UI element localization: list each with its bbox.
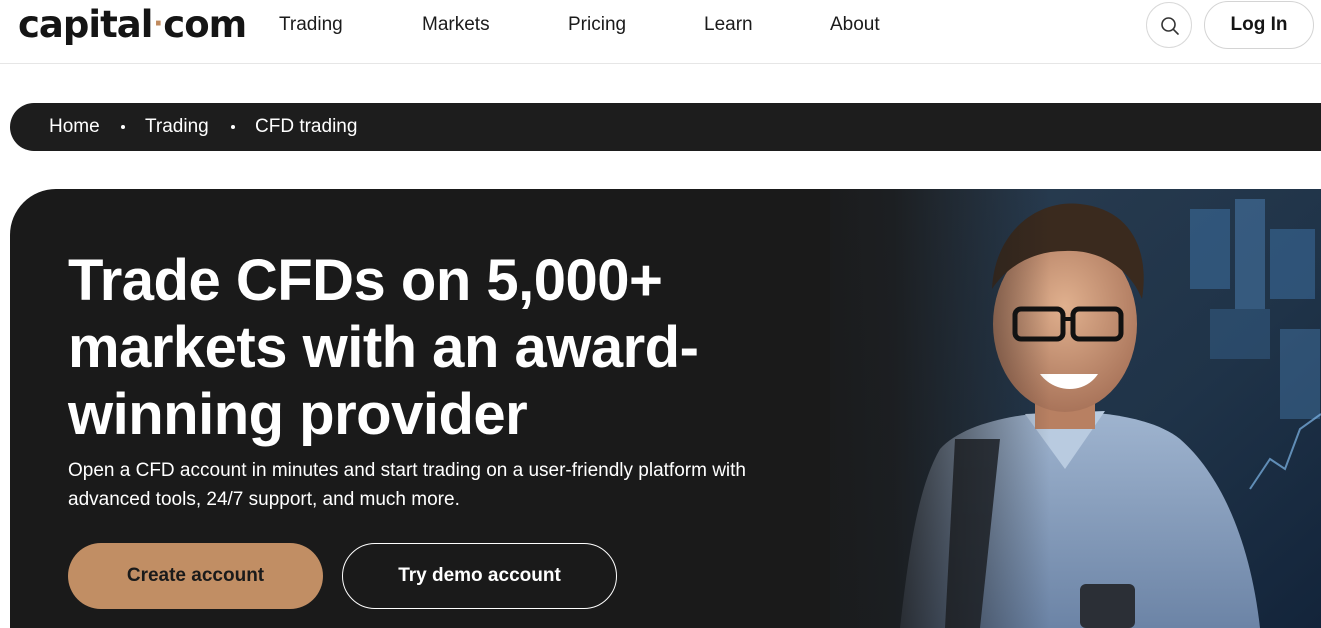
hero-banner: Trade CFDs on 5,000+ markets with an awa… <box>10 189 1321 628</box>
breadcrumb-current: CFD trading <box>255 116 358 137</box>
nav-pricing[interactable]: Pricing <box>568 14 626 36</box>
nav-about[interactable]: About <box>830 14 880 36</box>
hero-subtitle: Open a CFD account in minutes and start … <box>68 460 746 510</box>
breadcrumb-home[interactable]: Home <box>49 116 100 138</box>
search-icon <box>1161 17 1179 35</box>
capital-com-logo[interactable]: capital·com <box>18 2 247 47</box>
logo-text-right: com <box>163 3 247 46</box>
login-button[interactable]: Log In <box>1204 1 1314 49</box>
nav-markets[interactable]: Markets <box>422 14 490 36</box>
hero-photo-fade <box>790 189 1050 628</box>
breadcrumb-trading[interactable]: Trading <box>145 116 209 138</box>
logo-dot: · <box>153 9 163 39</box>
nav-learn[interactable]: Learn <box>704 14 753 36</box>
create-account-button[interactable]: Create account <box>68 543 323 609</box>
breadcrumb-separator <box>121 125 125 129</box>
breadcrumb: Home Trading CFD trading <box>10 103 1321 151</box>
try-demo-account-button[interactable]: Try demo account <box>342 543 617 609</box>
hero-title: Trade CFDs on 5,000+ markets with an awa… <box>68 248 699 447</box>
search-button[interactable] <box>1146 2 1192 48</box>
breadcrumb-separator <box>231 125 235 129</box>
logo-text-left: capital <box>18 3 153 46</box>
site-header: capital·com Trading Markets Pricing Lear… <box>0 0 1321 64</box>
nav-trading[interactable]: Trading <box>279 14 343 36</box>
